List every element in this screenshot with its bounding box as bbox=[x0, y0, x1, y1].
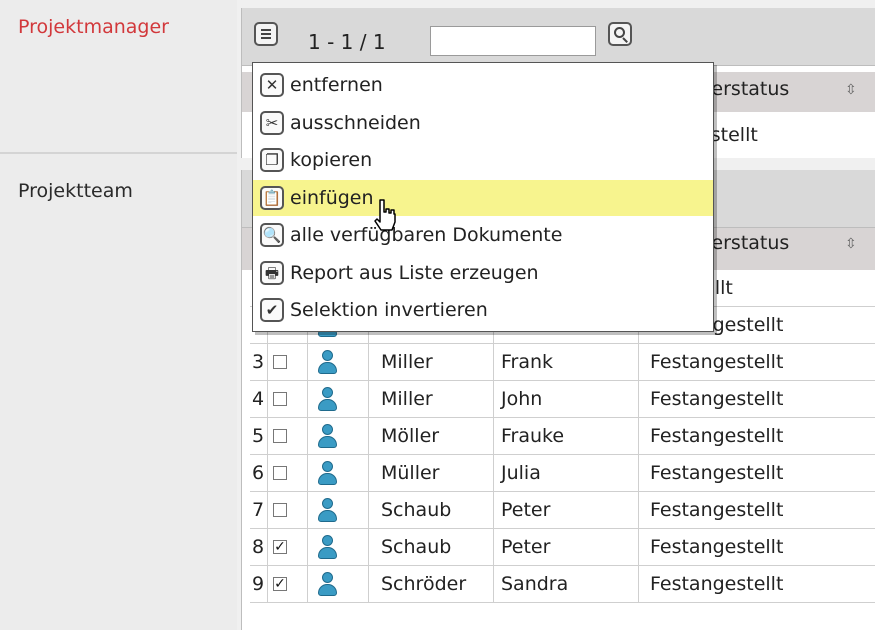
scissors-icon: ✂ bbox=[260, 110, 284, 135]
cell-nachname: Möller bbox=[381, 425, 440, 447]
cell-vorname: Sandra bbox=[501, 573, 569, 595]
person-icon bbox=[317, 498, 337, 524]
check-icon: ✔ bbox=[260, 298, 284, 322]
sort-icon[interactable]: ⇳ bbox=[845, 82, 857, 98]
printer-icon: 🖶 bbox=[260, 260, 284, 285]
menu-item-label: Report aus Liste erzeugen bbox=[290, 261, 539, 284]
cell-status: Festangestellt bbox=[650, 536, 784, 558]
menu-item[interactable]: 🖶 Report aus Liste erzeugen bbox=[253, 255, 713, 291]
row-checkbox[interactable] bbox=[273, 466, 287, 480]
cell-vorname: John bbox=[501, 388, 543, 410]
cell-nachname: Schaub bbox=[381, 536, 452, 558]
cell-status: Festangestellt bbox=[650, 388, 784, 410]
table-row[interactable]: 9 ✓ Schröder Sandra Festangestellt bbox=[250, 566, 875, 603]
table-row[interactable]: 4 Miller John Festangestellt bbox=[250, 381, 875, 418]
person-icon bbox=[317, 424, 337, 450]
cell-status: Festangestellt bbox=[650, 351, 784, 373]
person-icon bbox=[317, 387, 337, 413]
row-number: 5 bbox=[252, 425, 265, 447]
row-checkbox[interactable]: ✓ bbox=[273, 540, 287, 554]
left-divider bbox=[0, 152, 237, 154]
menu-item-label: entfernen bbox=[290, 74, 383, 96]
close-icon: ✕ bbox=[260, 73, 284, 97]
menu-item-label: einfügen bbox=[290, 186, 374, 209]
cell-vorname: Frank bbox=[501, 351, 554, 373]
menu-item[interactable]: ✔ Selektion invertieren bbox=[253, 292, 713, 328]
menu-item[interactable]: ❐ kopieren bbox=[253, 142, 713, 178]
search-input[interactable] bbox=[430, 26, 596, 56]
table-row[interactable]: 6 Müller Julia Festangestellt bbox=[250, 455, 875, 492]
pm-toolbar: 1 - 1 / 1 bbox=[242, 8, 875, 66]
cell-nachname: Schaub bbox=[381, 499, 452, 521]
table-row[interactable]: 5 Möller Frauke Festangestellt bbox=[250, 418, 875, 455]
paste-icon: 📋 bbox=[260, 185, 284, 210]
cell-nachname: Schröder bbox=[381, 573, 467, 595]
menu-item[interactable]: ✂ ausschneiden bbox=[253, 105, 713, 141]
person-icon bbox=[317, 350, 337, 376]
cell-nachname: Miller bbox=[381, 388, 433, 410]
person-icon bbox=[317, 535, 337, 561]
menu-item[interactable]: 🔍 alle verfügbaren Dokumente bbox=[253, 217, 713, 253]
cell-status: Festangestellt bbox=[650, 462, 784, 484]
menu-item-label: Selektion invertieren bbox=[290, 299, 488, 321]
row-number: 3 bbox=[252, 351, 265, 373]
cell-vorname: Peter bbox=[501, 536, 551, 558]
cell-vorname: Peter bbox=[501, 499, 551, 521]
section-label-projektmanager: Projektmanager bbox=[18, 16, 169, 38]
row-number: 8 bbox=[252, 536, 265, 558]
row-number: 7 bbox=[252, 499, 265, 521]
menu-item[interactable]: 📋 einfügen bbox=[253, 179, 713, 216]
table-row[interactable]: 7 Schaub Peter Festangestellt bbox=[250, 492, 875, 529]
search-icon: 🔍 bbox=[260, 223, 284, 247]
cell-status: Festangestellt bbox=[650, 499, 784, 521]
cell-status: Festangestellt bbox=[650, 425, 784, 447]
cell-nachname: Müller bbox=[381, 462, 440, 484]
row-number: 6 bbox=[252, 462, 265, 484]
row-checkbox[interactable] bbox=[273, 429, 287, 443]
menu-item-label: alle verfügbaren Dokumente bbox=[290, 224, 563, 246]
person-icon bbox=[317, 461, 337, 487]
row-checkbox[interactable] bbox=[273, 355, 287, 369]
left-column: Projektmanager Projektteam bbox=[0, 0, 237, 630]
row-checkbox[interactable] bbox=[273, 503, 287, 517]
cell-status: Festangestellt bbox=[650, 573, 784, 595]
menu-item-label: kopieren bbox=[290, 149, 373, 171]
list-menu-icon[interactable] bbox=[254, 22, 278, 46]
sort-icon[interactable]: ⇳ bbox=[845, 236, 857, 252]
table-row[interactable]: 3 Miller Frank Festangestellt bbox=[250, 344, 875, 381]
cell-vorname: Julia bbox=[501, 462, 541, 484]
cell-vorname: Frauke bbox=[501, 425, 565, 447]
row-number: 9 bbox=[252, 573, 265, 595]
hand-cursor-icon bbox=[374, 199, 396, 231]
search-icon[interactable] bbox=[608, 22, 632, 46]
table-row[interactable]: 8 ✓ Schaub Peter Festangestellt bbox=[250, 529, 875, 566]
copy-icon: ❐ bbox=[260, 148, 284, 172]
section-label-projektteam: Projektteam bbox=[18, 180, 133, 202]
row-checkbox[interactable] bbox=[273, 392, 287, 406]
row-number: 4 bbox=[252, 388, 265, 410]
context-menu: ✕ entfernen ✂ ausschneiden ❐ kopieren 📋 einfüge… bbox=[252, 62, 714, 332]
cell-nachname: Miller bbox=[381, 351, 433, 373]
pager-text: 1 - 1 / 1 bbox=[308, 30, 386, 54]
row-checkbox[interactable]: ✓ bbox=[273, 577, 287, 591]
person-icon bbox=[317, 572, 337, 598]
menu-item-label: ausschneiden bbox=[290, 111, 421, 134]
menu-item[interactable]: ✕ entfernen bbox=[253, 67, 713, 103]
